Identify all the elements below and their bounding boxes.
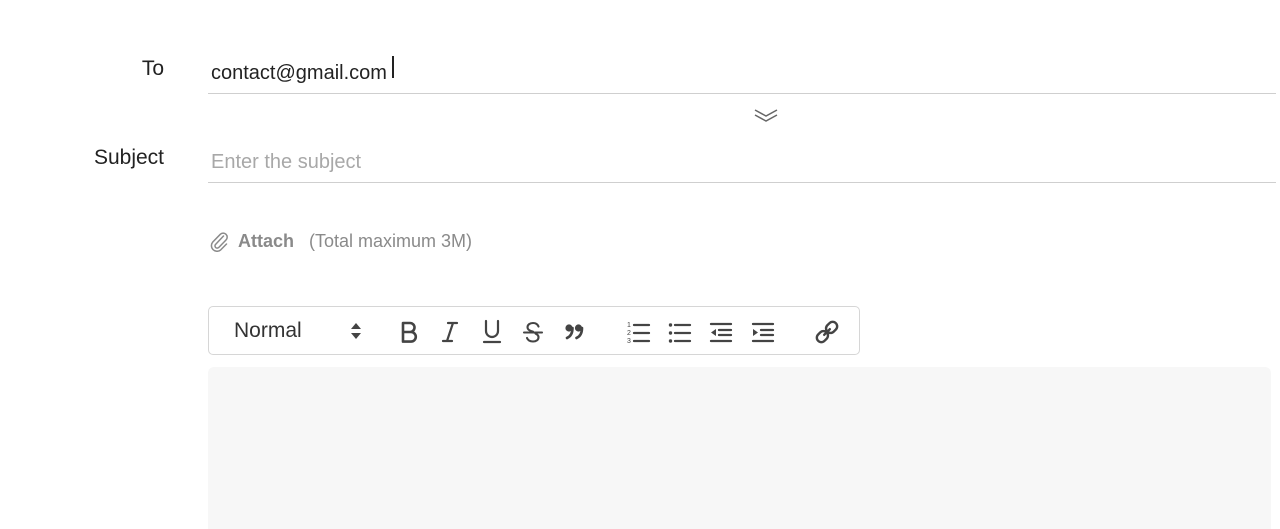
subject-field[interactable] xyxy=(208,143,1279,183)
to-input[interactable] xyxy=(208,54,1279,92)
attach-button[interactable]: Attach (Total maximum 3M) xyxy=(209,228,472,254)
bold-icon xyxy=(401,321,418,343)
outdent-icon xyxy=(709,322,733,343)
to-label: To xyxy=(141,57,164,80)
bold-button[interactable] xyxy=(395,318,423,346)
attach-size-hint: (Total maximum 3M) xyxy=(309,230,473,251)
indent-button[interactable] xyxy=(749,318,777,346)
italic-button[interactable] xyxy=(436,318,464,346)
underline-icon xyxy=(482,319,502,344)
strikethrough-button[interactable] xyxy=(519,318,547,346)
strikethrough-icon xyxy=(522,321,544,343)
text-caret xyxy=(392,56,394,78)
outdent-button[interactable] xyxy=(707,318,735,346)
attach-label: Attach xyxy=(238,230,295,251)
link-button[interactable] xyxy=(813,318,841,346)
blockquote-icon xyxy=(565,324,584,340)
editor-toolbar: Normal 1 2 3 xyxy=(208,306,860,355)
compose-form: To Subject Attach (Total maximum 3M) Nor… xyxy=(0,0,1280,529)
bullet-list-icon xyxy=(668,323,692,343)
svg-text:2: 2 xyxy=(627,330,631,337)
bullet-list-button[interactable] xyxy=(666,318,694,346)
to-field[interactable] xyxy=(208,54,1279,94)
svg-text:1: 1 xyxy=(627,322,631,329)
link-icon xyxy=(815,320,839,344)
indent-icon xyxy=(751,322,775,343)
italic-icon xyxy=(441,321,459,343)
message-editor[interactable] xyxy=(208,367,1271,529)
ordered-list-icon: 1 2 3 xyxy=(627,322,651,344)
format-select-value: Normal xyxy=(234,319,302,342)
ordered-list-button[interactable]: 1 2 3 xyxy=(625,318,653,346)
paperclip-icon xyxy=(210,232,228,252)
format-select[interactable]: Normal xyxy=(234,316,362,346)
underline-button[interactable] xyxy=(478,318,506,346)
expand-fields-chevron-icon[interactable] xyxy=(752,106,780,126)
blockquote-button[interactable] xyxy=(560,318,588,346)
subject-label: Subject xyxy=(93,146,164,169)
svg-text:3: 3 xyxy=(627,338,631,344)
subject-input[interactable] xyxy=(208,143,1279,181)
select-arrows-icon xyxy=(351,323,361,339)
